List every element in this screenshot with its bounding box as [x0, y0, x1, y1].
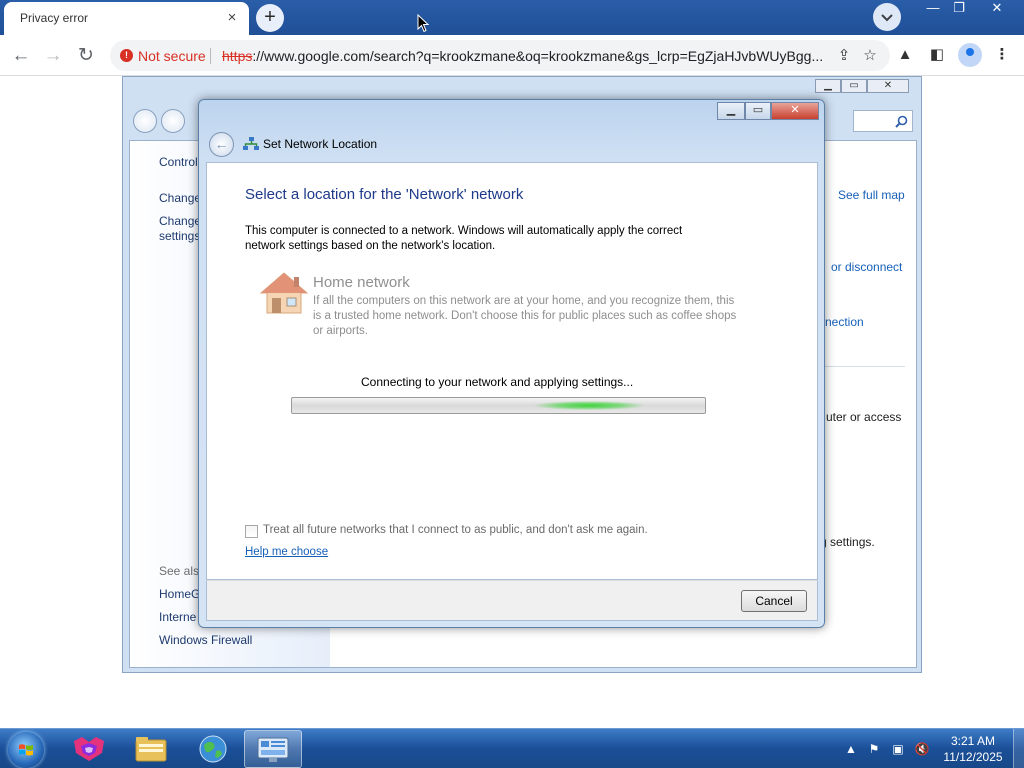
share-icon[interactable]: ⇪: [834, 46, 854, 66]
control-panel-icon: [257, 737, 289, 762]
taskbar-app-4-active[interactable]: [244, 730, 302, 768]
taskbar-app-2[interactable]: [122, 730, 180, 768]
help-me-choose-link[interactable]: Help me choose: [245, 546, 328, 558]
dialog-close-button[interactable]: ✕: [771, 102, 819, 120]
sharing-settings-text: g settings.: [820, 535, 875, 549]
browser-tab[interactable]: Privacy error ×: [4, 2, 249, 35]
connection-status-text: Connecting to your network and applying …: [361, 375, 634, 389]
cp-restore-button[interactable]: ▭: [841, 79, 867, 93]
progress-marquee: [534, 401, 645, 410]
cp-back-button[interactable]: [133, 109, 157, 133]
computer-access-text: uter or access: [826, 410, 902, 424]
close-window-button[interactable]: ✕: [982, 0, 1012, 18]
start-button[interactable]: [8, 732, 44, 768]
dialog-back-icon[interactable]: ←: [209, 132, 234, 157]
browser-tab-strip: Privacy error × + — ❐ ✕: [0, 0, 1024, 35]
cp-divider: [825, 366, 905, 367]
see-full-map-link[interactable]: See full map: [838, 188, 905, 202]
home-network-icon: [259, 272, 309, 314]
dialog-title: Set Network Location: [263, 137, 378, 151]
taskbar-app-3[interactable]: [184, 730, 242, 768]
windows-logo-icon: [19, 744, 33, 756]
url-rest: ://www.google.com/search?q=krookzmane&oq…: [252, 48, 822, 64]
kebab-menu-icon[interactable]: ⋮: [991, 44, 1013, 66]
tab-search-button[interactable]: [873, 3, 901, 31]
cancel-button[interactable]: Cancel: [741, 590, 807, 612]
treat-as-public-label[interactable]: Treat all future networks that I connect…: [263, 524, 648, 536]
search-icon: [895, 115, 908, 128]
dialog-footer: Cancel: [206, 580, 818, 621]
volume-muted-icon[interactable]: 🔇: [914, 741, 930, 757]
network-globe-icon: [199, 735, 227, 763]
home-network-option-description: If all the computers on this network are…: [313, 295, 737, 337]
connect-disconnect-link[interactable]: or disconnect: [831, 260, 902, 274]
change-adapter-link[interactable]: Change: [159, 191, 201, 205]
change-advanced-link-line2[interactable]: settings: [159, 229, 200, 243]
show-desktop-button[interactable]: [1013, 729, 1024, 768]
treat-as-public-checkbox[interactable]: [245, 525, 258, 538]
mouse-cursor-icon: [417, 14, 429, 33]
url-text[interactable]: https://www.google.com/search?q=krookzma…: [222, 48, 822, 64]
not-secure-warning-icon: !: [120, 49, 133, 62]
network-tray-icon[interactable]: ▣: [890, 741, 906, 757]
browser-toolbar: ← → ↻ ! Not secure https://www.google.co…: [0, 35, 1024, 76]
dialog-description: This computer is connected to a network.…: [245, 225, 683, 252]
windows-firewall-link[interactable]: Windows Firewall: [159, 633, 252, 647]
taskbar: ▲ ⚑ ▣ 🔇 3:21 AM 11/12/2025: [0, 728, 1024, 768]
new-tab-button[interactable]: +: [256, 4, 284, 32]
cp-search-box[interactable]: [853, 110, 913, 132]
dialog-content: Select a location for the 'Network' netw…: [206, 162, 818, 580]
clock-date: 11/12/2025: [943, 750, 1003, 764]
address-bar[interactable]: ! Not secure https://www.google.com/sear…: [110, 40, 890, 71]
tray-expand-icon[interactable]: ▲: [843, 741, 859, 757]
clock-time: 3:21 AM: [950, 734, 996, 748]
taskbar-app-1[interactable]: [60, 730, 118, 768]
dialog-minimize-button[interactable]: ▁: [717, 102, 745, 120]
bookmark-star-icon[interactable]: ☆: [860, 46, 880, 66]
homegroup-link[interactable]: HomeG: [159, 587, 200, 601]
dialog-maximize-button[interactable]: ▭: [745, 102, 771, 120]
firefox-icon: [74, 737, 104, 761]
side-panel-icon[interactable]: ◧: [926, 44, 948, 66]
dialog-heading: Select a location for the 'Network' netw…: [245, 186, 524, 203]
tab-title: Privacy error: [20, 11, 89, 25]
change-advanced-link-line1[interactable]: Change: [159, 214, 201, 228]
cp-home-link[interactable]: Control: [159, 155, 198, 169]
chevron-down-icon: [881, 14, 893, 22]
connection-progress-bar: [291, 397, 706, 414]
action-center-flag-icon[interactable]: ⚑: [866, 741, 882, 757]
cp-forward-button[interactable]: [161, 109, 185, 133]
profile-avatar[interactable]: [958, 43, 982, 67]
extensions-icon[interactable]: ▲: [894, 44, 916, 66]
cp-minimize-button[interactable]: ▁: [815, 79, 841, 93]
back-arrow-icon[interactable]: ←: [8, 43, 34, 69]
url-scheme: https: [222, 48, 253, 64]
set-network-location-dialog: ▁ ▭ ✕ ← Set Network Location Select a lo…: [198, 99, 825, 628]
restore-window-button[interactable]: ❐: [944, 0, 974, 18]
tab-close-icon[interactable]: ×: [223, 9, 241, 27]
forward-arrow-icon[interactable]: →: [40, 43, 66, 69]
omnibox-divider: [210, 48, 211, 64]
home-network-option-title[interactable]: Home network: [313, 274, 410, 291]
network-icon: [243, 137, 259, 150]
set-up-connection-link[interactable]: nection: [825, 315, 864, 329]
cp-close-button[interactable]: ✕: [867, 79, 909, 93]
security-status[interactable]: Not secure: [138, 48, 206, 64]
internet-options-link[interactable]: Interne: [159, 610, 196, 624]
reload-icon[interactable]: ↻: [73, 43, 99, 69]
explorer-folder-icon: [135, 737, 167, 762]
system-clock[interactable]: 3:21 AM 11/12/2025: [936, 733, 1010, 765]
